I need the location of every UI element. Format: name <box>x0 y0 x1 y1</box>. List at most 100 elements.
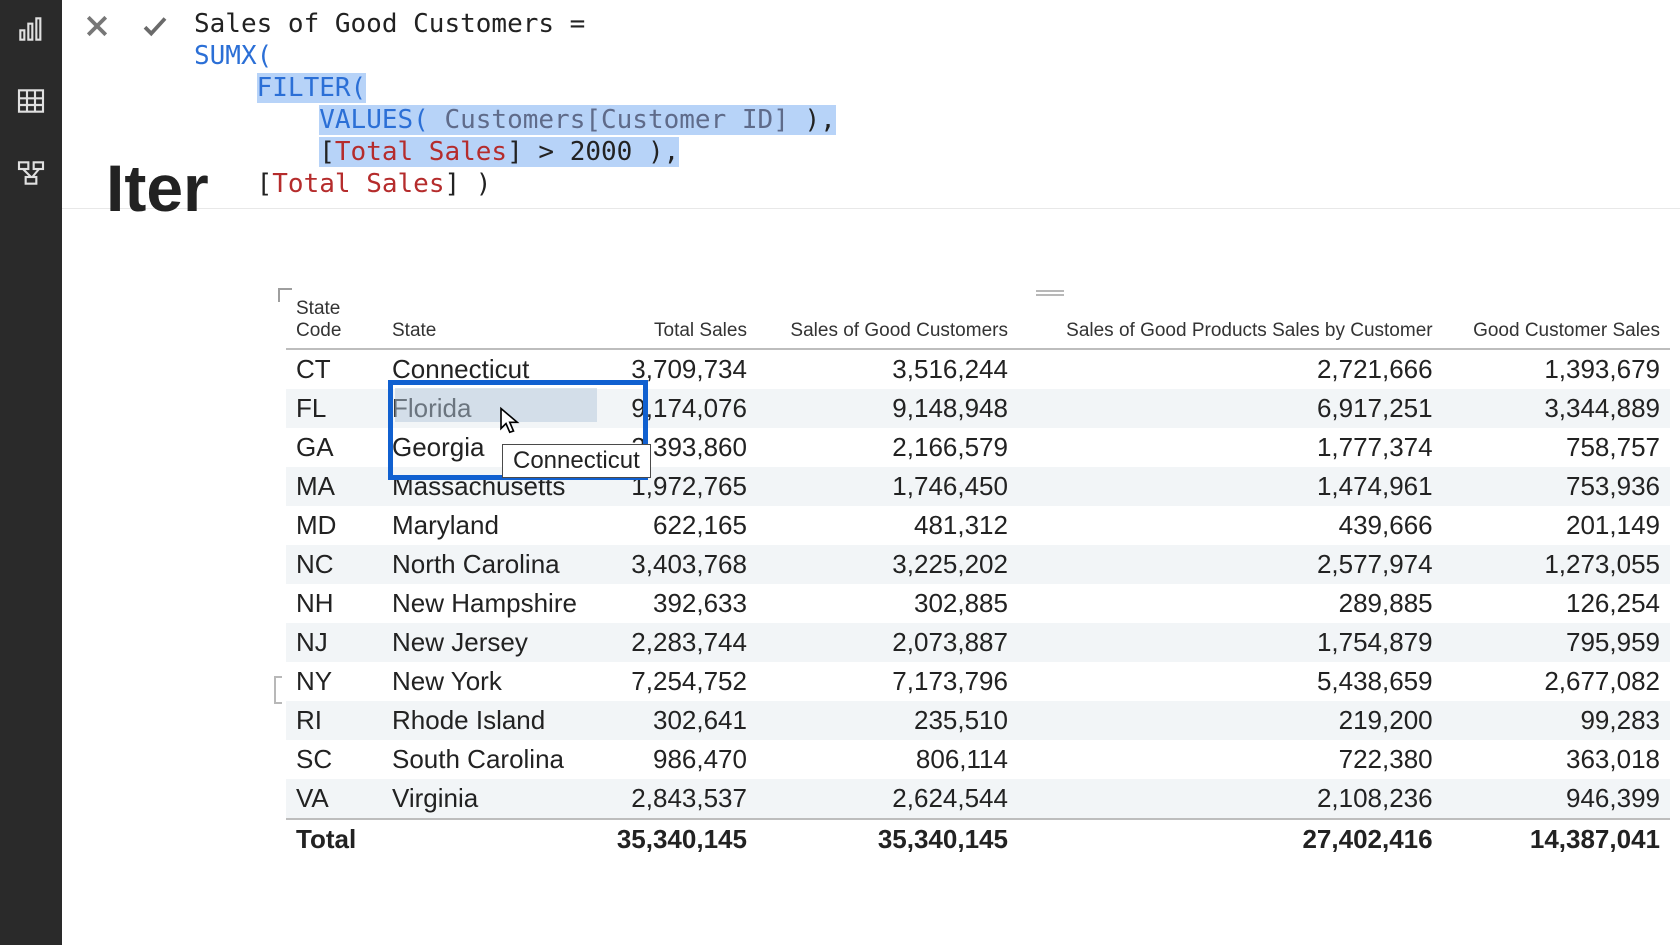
table-row[interactable]: RIRhode Island302,641235,510219,20099,28… <box>286 701 1670 740</box>
cell-total-sales[interactable]: 3,709,734 <box>592 349 757 389</box>
cell-sales-good-products[interactable]: 439,666 <box>1018 506 1443 545</box>
cell-state[interactable]: New Hampshire <box>382 584 592 623</box>
formula-editor[interactable]: Sales of Good Customers = SUMX( FILTER( … <box>184 2 1674 206</box>
cell-total-sales[interactable]: 2,843,537 <box>592 779 757 819</box>
cell-state-code[interactable]: VA <box>286 779 382 819</box>
cell-sales-good-customers[interactable]: 302,885 <box>757 584 1018 623</box>
cell-sales-good-customers[interactable]: 2,624,544 <box>757 779 1018 819</box>
table-row[interactable]: NYNew York7,254,7527,173,7965,438,6592,6… <box>286 662 1670 701</box>
cell-total-sales[interactable]: 302,641 <box>592 701 757 740</box>
cell-total-sales[interactable]: 622,165 <box>592 506 757 545</box>
cell-state-code[interactable]: GA <box>286 428 382 467</box>
cell-sales-good-customers[interactable]: 9,148,948 <box>757 389 1018 428</box>
cell-total-sales[interactable]: 392,633 <box>592 584 757 623</box>
formula-cancel-button[interactable] <box>68 2 126 50</box>
visual-corner-handle[interactable] <box>278 288 292 302</box>
cell-state[interactable]: Connecticut <box>382 349 592 389</box>
cell-state-code[interactable]: NJ <box>286 623 382 662</box>
cell-sales-good-customers[interactable]: 2,073,887 <box>757 623 1018 662</box>
cell-total-sales[interactable]: 986,470 <box>592 740 757 779</box>
cell-sales-good-customers[interactable]: 3,225,202 <box>757 545 1018 584</box>
table-row[interactable]: VAVirginia2,843,5372,624,5442,108,236946… <box>286 779 1670 819</box>
cell-good-customer-sales[interactable]: 201,149 <box>1443 506 1670 545</box>
cell-sales-good-customers[interactable]: 235,510 <box>757 701 1018 740</box>
cell-state-code[interactable]: MA <box>286 467 382 506</box>
cell-state-code[interactable]: MD <box>286 506 382 545</box>
cell-sales-good-customers[interactable]: 3,516,244 <box>757 349 1018 389</box>
col-sales-good-customers[interactable]: Sales of Good Customers <box>757 296 1018 349</box>
cell-state-code[interactable]: NC <box>286 545 382 584</box>
table-row[interactable]: GAGeorgia2,393,8602,166,5791,777,374758,… <box>286 428 1670 467</box>
model-view-icon[interactable] <box>8 150 54 196</box>
cell-sales-good-customers[interactable]: 7,173,796 <box>757 662 1018 701</box>
cell-state[interactable]: New Jersey <box>382 623 592 662</box>
col-state[interactable]: State <box>382 296 592 349</box>
cell-state-code[interactable]: SC <box>286 740 382 779</box>
cell-state[interactable]: South Carolina <box>382 740 592 779</box>
col-total-sales[interactable]: Total Sales <box>592 296 757 349</box>
cell-sales-good-products[interactable]: 1,777,374 <box>1018 428 1443 467</box>
cell-state-code[interactable]: NH <box>286 584 382 623</box>
header-row: State Code State Total Sales Sales of Go… <box>286 296 1670 349</box>
table-row[interactable]: NHNew Hampshire392,633302,885289,885126,… <box>286 584 1670 623</box>
visual-side-handle[interactable] <box>274 676 282 704</box>
cell-state[interactable]: Virginia <box>382 779 592 819</box>
cell-good-customer-sales[interactable]: 363,018 <box>1443 740 1670 779</box>
total-sales-good-products: 27,402,416 <box>1018 819 1443 859</box>
cell-sales-good-products[interactable]: 722,380 <box>1018 740 1443 779</box>
cell-sales-good-products[interactable]: 2,577,974 <box>1018 545 1443 584</box>
table-row[interactable]: NJNew Jersey2,283,7442,073,8871,754,8797… <box>286 623 1670 662</box>
col-sales-good-products-by-customer[interactable]: Sales of Good Products Sales by Customer <box>1018 296 1443 349</box>
cell-total-sales[interactable]: 3,403,768 <box>592 545 757 584</box>
cell-sales-good-products[interactable]: 1,754,879 <box>1018 623 1443 662</box>
page-title: Iter <box>106 150 209 226</box>
cell-total-sales[interactable]: 7,254,752 <box>592 662 757 701</box>
cell-state-code[interactable]: FL <box>286 389 382 428</box>
table-row[interactable]: FLFlorida9,174,0769,148,9486,917,2513,34… <box>286 389 1670 428</box>
cell-total-sales[interactable]: 9,174,076 <box>592 389 757 428</box>
table-row[interactable]: MDMaryland622,165481,312439,666201,149 <box>286 506 1670 545</box>
cell-state[interactable]: Rhode Island <box>382 701 592 740</box>
cell-sales-good-customers[interactable]: 806,114 <box>757 740 1018 779</box>
col-state-code[interactable]: State Code <box>286 296 382 349</box>
data-view-icon[interactable] <box>8 78 54 124</box>
cell-sales-good-customers[interactable]: 1,746,450 <box>757 467 1018 506</box>
cell-total-sales[interactable]: 2,283,744 <box>592 623 757 662</box>
cell-state[interactable]: North Carolina <box>382 545 592 584</box>
cell-sales-good-customers[interactable]: 481,312 <box>757 506 1018 545</box>
cell-state-code[interactable]: RI <box>286 701 382 740</box>
table-row[interactable]: SCSouth Carolina986,470806,114722,380363… <box>286 740 1670 779</box>
cell-state-code[interactable]: CT <box>286 349 382 389</box>
table-row[interactable]: NCNorth Carolina3,403,7683,225,2022,577,… <box>286 545 1670 584</box>
cell-good-customer-sales[interactable]: 99,283 <box>1443 701 1670 740</box>
cell-sales-good-products[interactable]: 1,474,961 <box>1018 467 1443 506</box>
cell-state[interactable]: Maryland <box>382 506 592 545</box>
report-view-icon[interactable] <box>8 6 54 52</box>
table-row[interactable]: MAMassachusetts1,972,7651,746,4501,474,9… <box>286 467 1670 506</box>
cell-good-customer-sales[interactable]: 753,936 <box>1443 467 1670 506</box>
cell-good-customer-sales[interactable]: 1,393,679 <box>1443 349 1670 389</box>
cell-state-code[interactable]: NY <box>286 662 382 701</box>
table-row[interactable]: CTConnecticut3,709,7343,516,2442,721,666… <box>286 349 1670 389</box>
cell-good-customer-sales[interactable]: 2,677,082 <box>1443 662 1670 701</box>
total-sales-good-customers: 35,340,145 <box>757 819 1018 859</box>
cell-sales-good-products[interactable]: 6,917,251 <box>1018 389 1443 428</box>
cell-state[interactable]: New York <box>382 662 592 701</box>
visual-drag-handle[interactable] <box>1036 290 1064 300</box>
cell-sales-good-products[interactable]: 289,885 <box>1018 584 1443 623</box>
cell-sales-good-products[interactable]: 5,438,659 <box>1018 662 1443 701</box>
cell-sales-good-products[interactable]: 2,108,236 <box>1018 779 1443 819</box>
cell-good-customer-sales[interactable]: 126,254 <box>1443 584 1670 623</box>
col-good-customer-sales[interactable]: Good Customer Sales <box>1443 296 1670 349</box>
cell-good-customer-sales[interactable]: 3,344,889 <box>1443 389 1670 428</box>
cell-sales-good-customers[interactable]: 2,166,579 <box>757 428 1018 467</box>
cell-good-customer-sales[interactable]: 1,273,055 <box>1443 545 1670 584</box>
cell-good-customer-sales[interactable]: 795,959 <box>1443 623 1670 662</box>
cell-state[interactable]: Florida <box>382 389 592 428</box>
cell-sales-good-products[interactable]: 219,200 <box>1018 701 1443 740</box>
formula-accept-button[interactable] <box>126 2 184 50</box>
table-visual[interactable]: State Code State Total Sales Sales of Go… <box>286 296 1670 859</box>
cell-good-customer-sales[interactable]: 946,399 <box>1443 779 1670 819</box>
cell-good-customer-sales[interactable]: 758,757 <box>1443 428 1670 467</box>
cell-sales-good-products[interactable]: 2,721,666 <box>1018 349 1443 389</box>
